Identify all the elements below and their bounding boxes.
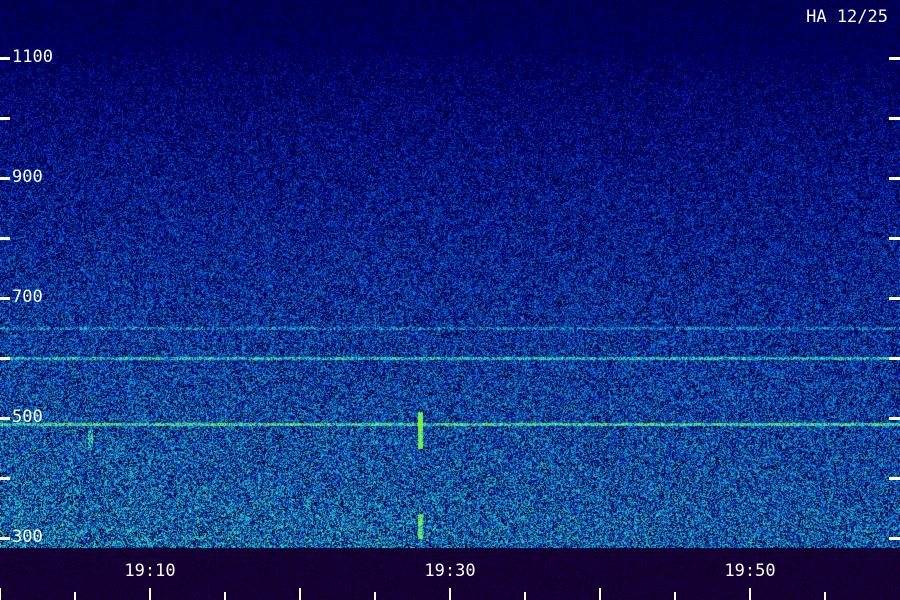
x-tick (749, 588, 751, 600)
x-tick (674, 592, 676, 600)
y-tick-right (889, 477, 900, 480)
x-tick (524, 592, 526, 600)
y-tick-left (0, 177, 10, 180)
y-tick-label: 900 (12, 167, 43, 187)
y-tick-left (0, 537, 10, 540)
x-tick-label: 19:30 (424, 561, 476, 581)
x-tick (149, 588, 151, 600)
x-tick (0, 588, 1, 600)
x-tick (374, 592, 376, 600)
y-tick-label: 1100 (12, 47, 53, 67)
x-tick (299, 588, 301, 600)
x-tick (74, 592, 76, 600)
y-tick-right (889, 177, 900, 180)
y-tick-label: 300 (12, 527, 43, 547)
x-tick (224, 592, 226, 600)
y-tick-left (0, 237, 10, 240)
y-tick-right (889, 57, 900, 60)
y-tick-right (889, 237, 900, 240)
y-tick-right (889, 417, 900, 420)
x-tick-label: 19:50 (724, 561, 776, 581)
y-tick-right (889, 117, 900, 120)
x-tick-label: 19:10 (124, 561, 176, 581)
y-tick-right (889, 537, 900, 540)
y-tick-label: 500 (12, 407, 43, 427)
y-tick-label: 700 (12, 287, 43, 307)
y-tick-left (0, 117, 10, 120)
y-tick-right (889, 357, 900, 360)
spectrogram-plot: HA 12/25 1100 900 700 500 300 19:10 19:30 19:50 (0, 0, 900, 600)
y-tick-right (889, 297, 900, 300)
y-tick-left (0, 417, 10, 420)
x-tick (449, 588, 451, 600)
y-tick-left (0, 477, 10, 480)
y-tick-left (0, 357, 10, 360)
station-label: HA 12/25 (806, 7, 888, 27)
spectrogram-heatmap (0, 0, 900, 600)
y-tick-left (0, 57, 10, 60)
x-tick (599, 588, 601, 600)
y-tick-left (0, 297, 10, 300)
x-tick (824, 592, 826, 600)
